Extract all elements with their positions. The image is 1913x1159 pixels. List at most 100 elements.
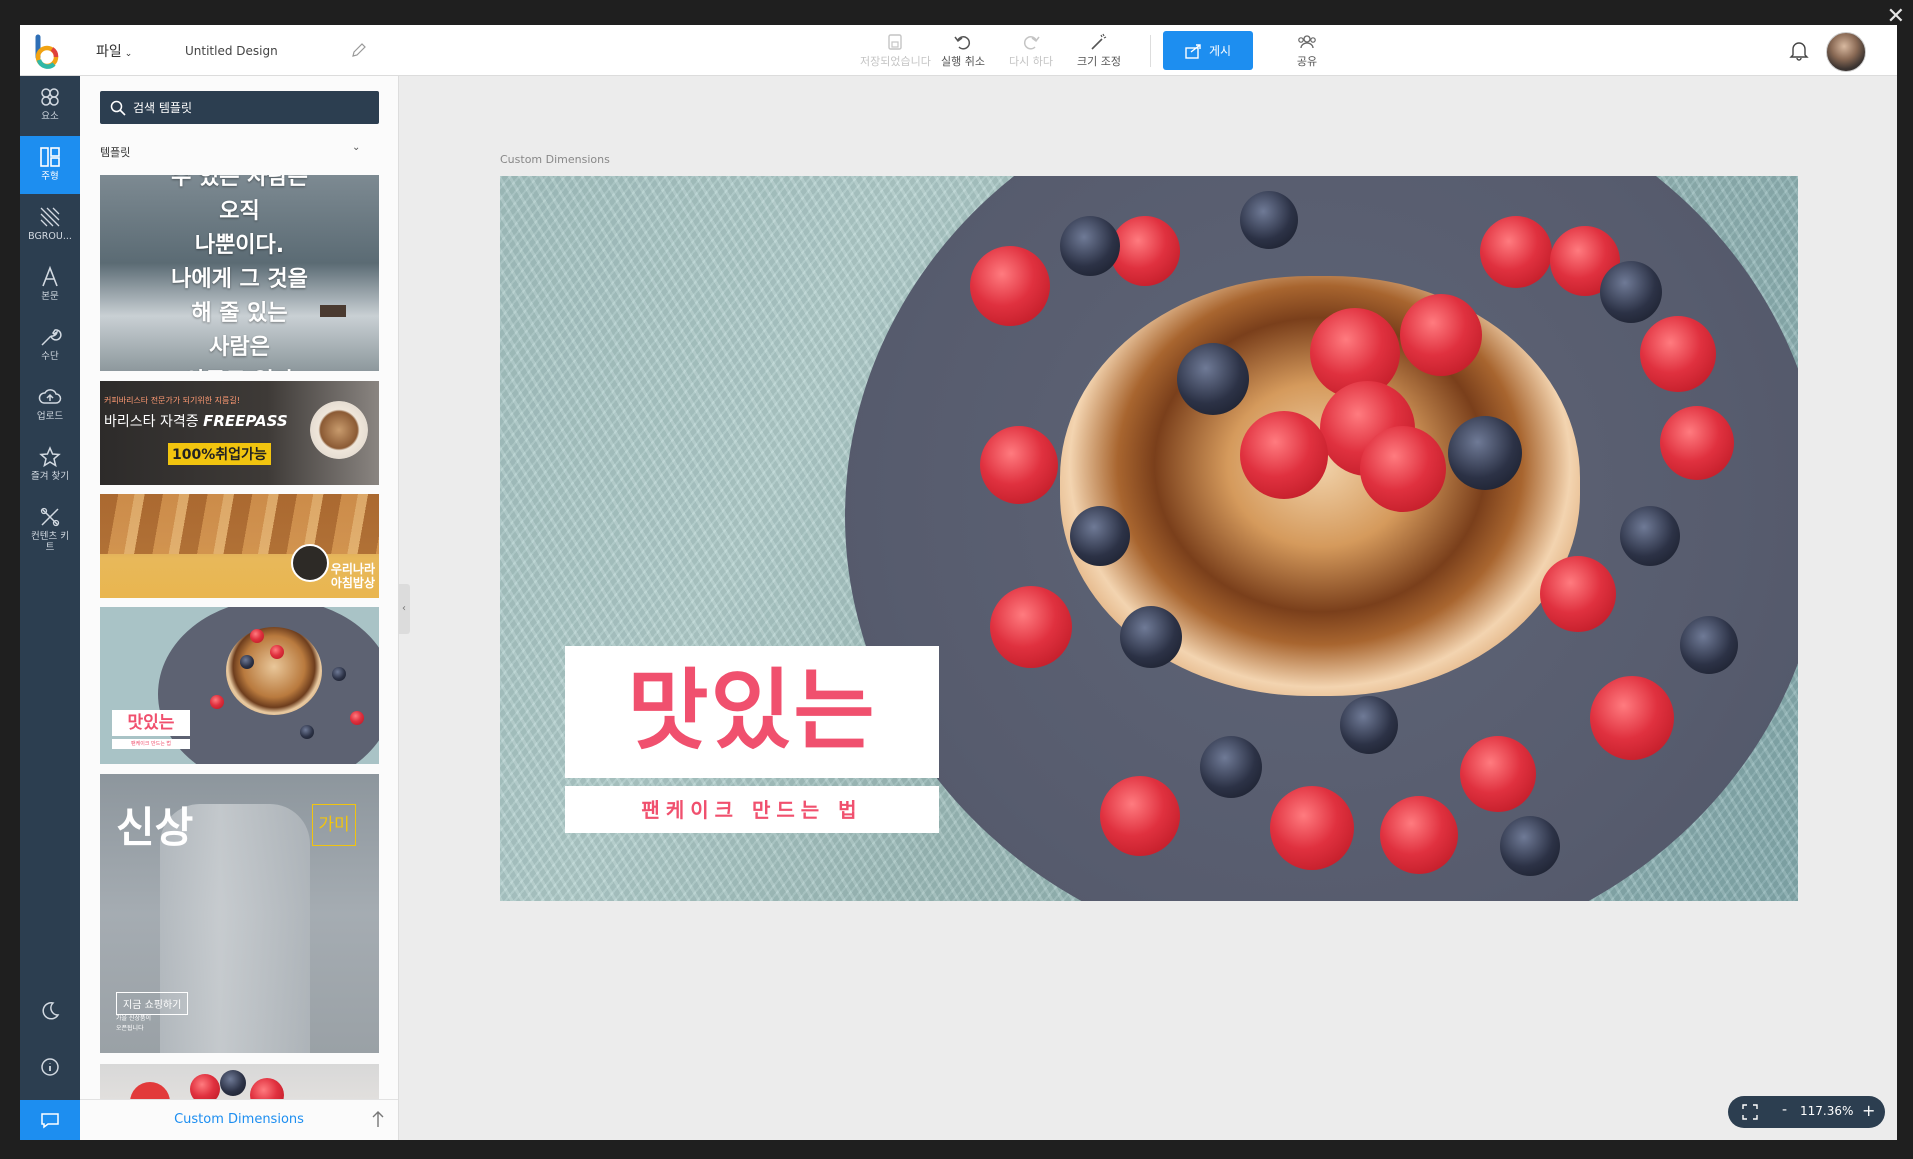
raspberry xyxy=(1240,411,1328,499)
blueberry xyxy=(1120,606,1182,668)
chat-button[interactable] xyxy=(20,1100,80,1140)
raspberry xyxy=(1380,796,1458,874)
raspberry xyxy=(980,426,1058,504)
subtitle-text-box[interactable]: 팬케이크 만드는 법 xyxy=(565,786,939,833)
berry xyxy=(240,655,254,669)
save-status-label: 저장되었습니다 xyxy=(860,55,931,68)
publish-button[interactable]: 게시 xyxy=(1163,31,1253,70)
template-thumbnail[interactable]: 수 있는 사람은 오직 나뿐이다. 나에게 그 것을 해 줄 있는 사람은 아무… xyxy=(100,175,379,371)
template-thumbnail-selected[interactable]: 맛있는 팬케이크 만드는 법 xyxy=(100,607,379,764)
rail-item-elements[interactable]: 요소 xyxy=(20,76,80,134)
search-icon xyxy=(110,100,126,116)
chat-icon xyxy=(41,1113,59,1129)
custom-dimensions-link[interactable]: Custom Dimensions xyxy=(80,1112,398,1127)
template-thumbnail-text: 우리나라 아침밥상 xyxy=(330,562,375,590)
headline-text-box[interactable]: 맛있는 xyxy=(565,646,939,778)
blueberry xyxy=(1200,736,1262,798)
template-thumbnail-badge: 100%취업가능 xyxy=(168,443,271,465)
content-kit-icon xyxy=(40,507,60,527)
template-thumbnail-text: 팬케이크 만드는 법 xyxy=(112,739,190,749)
blueberry xyxy=(1177,343,1249,415)
chevron-down-icon[interactable]: ⌄ xyxy=(352,142,360,153)
rail-item-background[interactable]: BGROU... xyxy=(20,196,80,254)
blueberry xyxy=(1620,506,1680,566)
info-icon[interactable] xyxy=(39,1056,61,1078)
rail-item-favorites[interactable]: 즐겨 찾기 xyxy=(20,436,80,494)
blueberry xyxy=(1070,506,1130,566)
blueberry xyxy=(1060,216,1120,276)
raspberry xyxy=(990,586,1072,668)
template-thumbnail[interactable]: 신상 가미 지금 쇼핑하기 가을 신상품이 오픈됩니다 xyxy=(100,774,379,1053)
fit-screen-icon[interactable] xyxy=(1742,1104,1758,1120)
zoom-in-button[interactable]: + xyxy=(1862,1101,1875,1120)
dark-mode-moon-icon[interactable] xyxy=(39,1000,61,1022)
template-thumbnail-text: 신상 xyxy=(116,803,194,852)
pancake-shape xyxy=(226,627,322,715)
editor-window: 파일 ⌄ Untitled Design 저장되었습니다 실행 취소 다시 하다 … xyxy=(20,25,1897,1140)
redo-label: 다시 하다 xyxy=(1009,55,1053,68)
template-thumbnail[interactable]: 커피바리스타 전문가가 되기위한 지름길! 바리스타 자격증 FREEPASS … xyxy=(100,381,379,485)
blueberry xyxy=(1448,416,1522,490)
template-search-input[interactable] xyxy=(100,91,379,124)
zoom-level: 117.36% xyxy=(1800,1104,1854,1118)
design-artboard[interactable]: 맛있는 팬케이크 만드는 법 xyxy=(500,176,1798,901)
left-rail: 요소 주형 BGROU... 본문 수단 업로드 즐겨 찾기 컨텐츠 키트 xyxy=(20,76,80,1140)
pencil-icon[interactable] xyxy=(351,42,367,58)
templates-panel: 템플릿 ⌄ 수 있는 사람은 오직 나뿐이다. 나에게 그 것을 해 줄 있는 … xyxy=(80,76,399,1140)
template-thumbnail-text: 바리스타 자격증 xyxy=(104,414,199,430)
undo-icon xyxy=(954,36,971,50)
raspberry xyxy=(1400,294,1482,376)
template-thumbnail-text: FREEPASS xyxy=(203,412,288,430)
blueberry xyxy=(1680,616,1738,674)
people-icon xyxy=(1298,35,1316,49)
blueberry xyxy=(1500,816,1560,876)
user-avatar[interactable] xyxy=(1826,32,1866,72)
rail-label: 주형 xyxy=(41,171,59,182)
headline-text[interactable]: 맛있는 xyxy=(565,656,939,766)
blueberry xyxy=(1600,261,1662,323)
bread-image xyxy=(100,494,379,554)
rail-item-text[interactable]: 본문 xyxy=(20,256,80,314)
rail-label: BGROU... xyxy=(28,231,72,242)
share-button[interactable]: 공유 xyxy=(1272,29,1342,73)
raspberry xyxy=(1540,556,1616,632)
template-thumbnail[interactable]: 우리나라 아침밥상 xyxy=(100,494,379,598)
redo-icon xyxy=(1023,36,1040,50)
raspberry xyxy=(1100,776,1180,856)
arrow-up-icon[interactable] xyxy=(370,1110,386,1128)
coffee-cup-shape xyxy=(310,401,368,459)
undo-button[interactable]: 실행 취소 xyxy=(928,29,998,73)
resize-button[interactable]: 크기 조정 xyxy=(1064,29,1134,73)
notification-bell-icon[interactable] xyxy=(1788,39,1810,61)
file-menu-label: 파일 xyxy=(96,44,122,60)
rail-label: 본문 xyxy=(41,291,59,302)
text-icon xyxy=(42,265,58,287)
app-logo[interactable] xyxy=(30,33,62,69)
berry xyxy=(210,695,224,709)
raspberry xyxy=(970,246,1050,326)
upload-icon xyxy=(38,389,62,404)
template-thumbnail-text: 가미 xyxy=(312,804,356,846)
zoom-out-button[interactable]: - xyxy=(1782,1102,1787,1118)
template-thumbnail-text: 지금 쇼핑하기 xyxy=(116,992,189,1015)
blueberry xyxy=(1340,696,1398,754)
save-icon xyxy=(888,34,902,50)
subtitle-text[interactable]: 팬케이크 만드는 법 xyxy=(565,796,939,824)
rail-item-content-kit[interactable]: 컨텐츠 키트 xyxy=(20,496,80,566)
collapse-panel-handle[interactable]: ‹ xyxy=(398,584,410,634)
resize-label: 크기 조정 xyxy=(1077,55,1121,68)
file-menu[interactable]: 파일 ⌄ xyxy=(96,41,132,61)
rail-label: 요소 xyxy=(41,111,59,122)
document-title[interactable]: Untitled Design xyxy=(185,44,278,58)
share-out-icon xyxy=(1185,43,1201,59)
template-thumbnail-text: 가을 신상품이 오픈됩니다 xyxy=(116,1015,152,1032)
berry xyxy=(250,629,264,643)
template-thumbnail-text: 수 있는 사람은 오직 나뿐이다. 나에게 그 것을 해 줄 있는 사람은 아무… xyxy=(171,175,308,371)
redo-button[interactable]: 다시 하다 xyxy=(996,29,1066,73)
rail-item-tools[interactable]: 수단 xyxy=(20,316,80,374)
raspberry xyxy=(1640,316,1716,392)
rail-item-upload[interactable]: 업로드 xyxy=(20,376,80,434)
zoom-control: - 117.36% + xyxy=(1728,1096,1885,1128)
panel-footer: Custom Dimensions xyxy=(80,1099,398,1140)
rail-item-templates[interactable]: 주형 xyxy=(20,136,80,194)
